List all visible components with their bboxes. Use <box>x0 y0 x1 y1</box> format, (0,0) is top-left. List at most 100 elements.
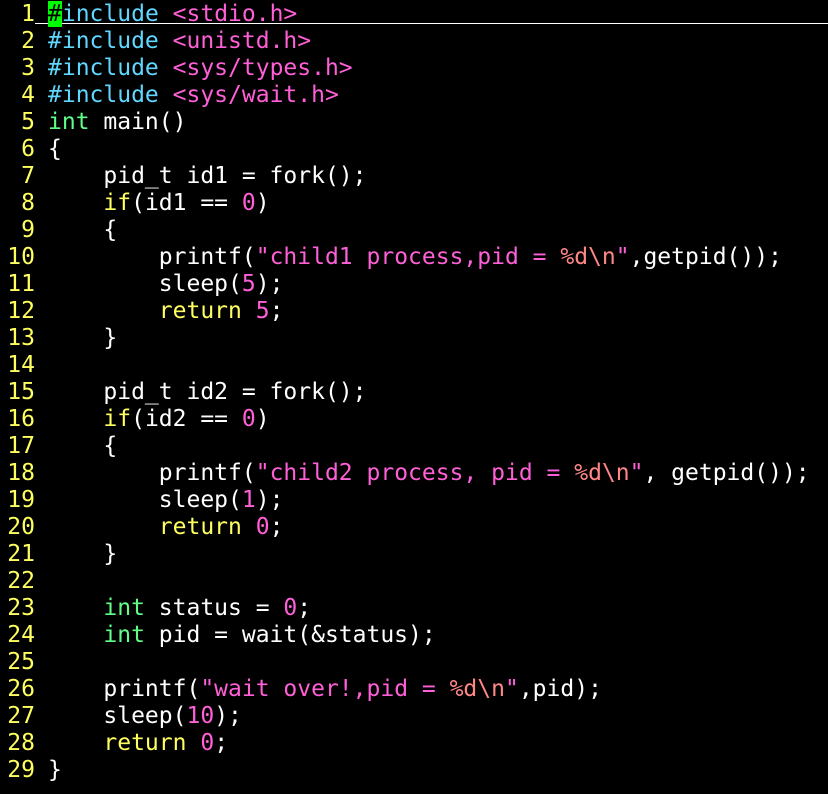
code-text[interactable]: #include <unistd.h> <box>48 28 311 55</box>
code-token: pid_t id1 = fork(); <box>48 163 367 189</box>
code-text[interactable]: if(id2 == 0) <box>48 406 270 433</box>
line-number: 20 <box>7 514 35 540</box>
code-line[interactable]: 6{ <box>0 136 828 163</box>
code-line[interactable]: 18 printf("child2 process, pid = %d\n", … <box>0 460 828 487</box>
code-text[interactable]: return 0; <box>48 514 284 541</box>
code-token: <unistd.h> <box>172 28 312 54</box>
code-token: (id1 == <box>131 190 242 216</box>
code-text[interactable]: printf("wait over!,pid = %d\n",pid); <box>48 676 602 703</box>
code-text[interactable]: pid_t id1 = fork(); <box>48 163 367 190</box>
code-token: "child2 process, pid = <box>255 460 575 486</box>
code-line[interactable]: 8 if(id1 == 0) <box>0 190 828 217</box>
line-number: 24 <box>7 622 35 648</box>
code-line[interactable]: 27 sleep(10); <box>0 703 828 730</box>
code-text[interactable]: { <box>48 433 117 460</box>
code-text[interactable]: #include <sys/wait.h> <box>48 82 339 109</box>
code-line[interactable]: 7 pid_t id1 = fork(); <box>0 163 828 190</box>
code-token: printf( <box>48 676 201 702</box>
code-line[interactable]: 28 return 0; <box>0 730 828 757</box>
code-line[interactable]: 21 } <box>0 541 828 568</box>
code-token: } <box>48 541 118 567</box>
code-text[interactable]: } <box>48 325 117 352</box>
code-text[interactable]: return 0; <box>48 730 228 757</box>
code-line[interactable]: 14 <box>0 352 828 379</box>
code-text[interactable]: sleep(1); <box>48 487 284 514</box>
code-token: ; <box>214 730 229 756</box>
code-text[interactable]: pid_t id2 = fork(); <box>48 379 367 406</box>
code-editor[interactable]: 1 #include <stdio.h> 2 #include <unistd.h> 3… <box>0 0 828 794</box>
line-number: 1 <box>21 1 35 27</box>
code-line[interactable]: 5 int main() <box>0 109 828 136</box>
code-line[interactable]: 20 return 0; <box>0 514 828 541</box>
line-number: 12 <box>7 298 35 324</box>
code-line[interactable]: 2 #include <unistd.h> <box>0 28 828 55</box>
code-token: 0 <box>255 514 270 540</box>
code-text[interactable]: if(id1 == 0) <box>48 190 269 217</box>
code-text[interactable]: { <box>48 136 62 163</box>
code-line[interactable]: 16 if(id2 == 0) <box>0 406 828 433</box>
code-line[interactable]: 17 { <box>0 433 828 460</box>
line-number: 6 <box>21 136 35 162</box>
code-token: pid_t id2 = fork(); <box>48 379 367 405</box>
code-line[interactable]: 4 #include <sys/wait.h> <box>0 82 828 109</box>
code-token: 1 <box>241 487 256 513</box>
code-text[interactable]: printf("child1 process,pid = %d\n",getpi… <box>48 244 782 271</box>
code-line[interactable]: 10 printf("child1 process,pid = %d\n",ge… <box>0 244 828 271</box>
code-text[interactable]: } <box>48 757 62 784</box>
line-number: 26 <box>7 676 35 702</box>
code-token: sleep( <box>48 703 187 729</box>
code-token: <stdio.h> <box>172 1 298 27</box>
line-number: 14 <box>7 352 35 378</box>
code-token: "wait over!,pid = <box>200 676 450 702</box>
code-line[interactable]: 13 } <box>0 325 828 352</box>
code-line[interactable]: 15 pid_t id2 = fork(); <box>0 379 828 406</box>
code-token: if <box>103 190 132 216</box>
code-token: ) <box>255 406 270 432</box>
line-number: 3 <box>21 55 35 81</box>
code-line[interactable]: 23 int status = 0; <box>0 595 828 622</box>
code-line[interactable]: 9 { <box>0 217 828 244</box>
code-token: %d\n <box>574 460 630 486</box>
line-number: 2 <box>21 28 35 54</box>
code-token: return <box>103 730 187 756</box>
code-token: { <box>48 433 118 459</box>
code-token: " <box>615 244 630 270</box>
code-line[interactable]: 24 int pid = wait(&status); <box>0 622 828 649</box>
code-token: pid = wait(&status); <box>144 622 436 648</box>
code-text[interactable]: #include <sys/types.h> <box>48 55 353 82</box>
code-text[interactable]: return 5; <box>48 298 284 325</box>
code-line[interactable]: 26 printf("wait over!,pid = %d\n",pid); <box>0 676 828 703</box>
code-token: (id2 == <box>131 406 242 432</box>
code-text[interactable]: int status = 0; <box>48 595 311 622</box>
code-token: ); <box>214 703 242 729</box>
line-number: 15 <box>7 379 35 405</box>
code-line[interactable]: 1 #include <stdio.h> <box>0 1 828 28</box>
code-line[interactable]: 29} <box>0 757 828 784</box>
code-token: 10 <box>186 703 215 729</box>
code-text[interactable]: { <box>48 217 117 244</box>
code-token: ; <box>269 514 284 540</box>
code-token: include <box>61 1 159 27</box>
code-line[interactable]: 3 #include <sys/types.h> <box>0 55 828 82</box>
code-text[interactable]: #include <stdio.h> <box>48 1 297 28</box>
code-token: 0 <box>200 730 215 756</box>
code-text[interactable]: int main() <box>48 109 186 136</box>
code-line[interactable]: 19 sleep(1); <box>0 487 828 514</box>
code-line[interactable]: 12 return 5; <box>0 298 828 325</box>
line-number: 4 <box>21 82 35 108</box>
code-text[interactable]: sleep(5); <box>48 271 284 298</box>
code-line[interactable]: 25 <box>0 649 828 676</box>
code-text[interactable]: int pid = wait(&status); <box>48 622 436 649</box>
code-text[interactable]: printf("child2 process, pid = %d\n", get… <box>48 460 810 487</box>
code-token: 0 <box>241 190 256 216</box>
code-token: return <box>158 298 242 324</box>
code-text[interactable]: sleep(10); <box>48 703 242 730</box>
code-line[interactable]: 22 <box>0 568 828 595</box>
code-line[interactable]: 11 sleep(5); <box>0 271 828 298</box>
code-token: %d\n <box>449 676 505 702</box>
code-text[interactable]: } <box>48 541 117 568</box>
